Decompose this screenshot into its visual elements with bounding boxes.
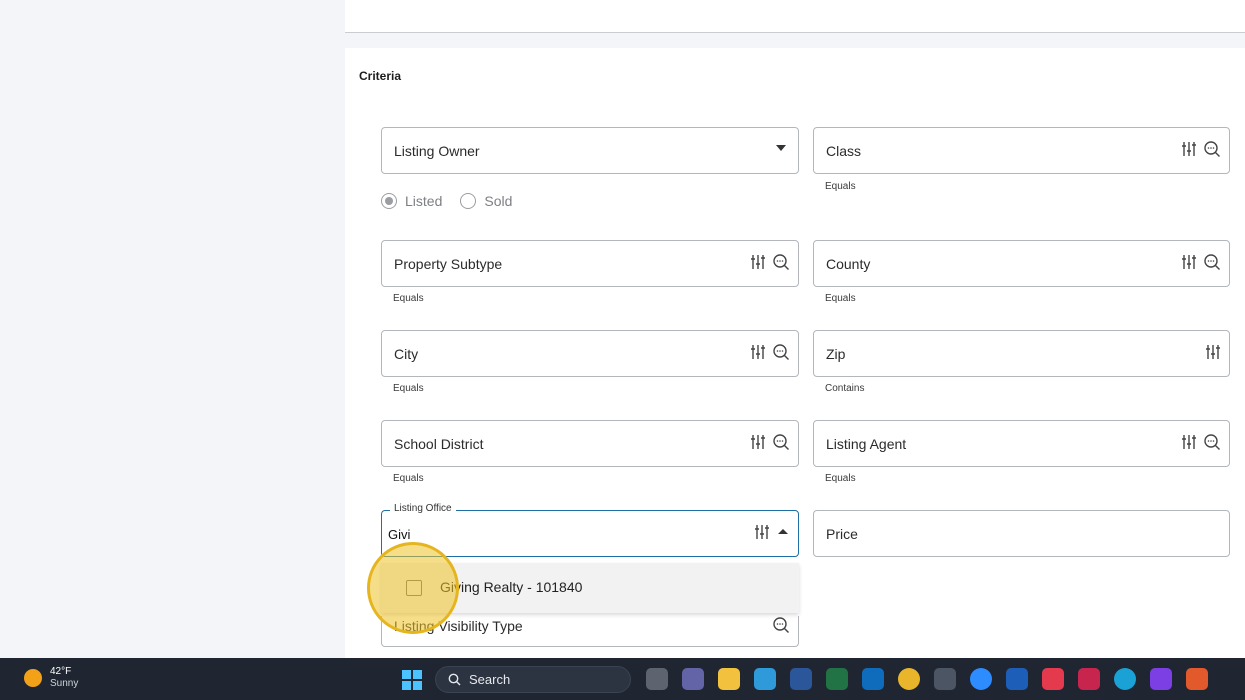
- property-subtype-hint: Equals: [393, 293, 424, 304]
- dropdown-arrow-up-icon[interactable]: [776, 525, 790, 539]
- zip-hint: Contains: [825, 383, 865, 394]
- radio-listed-label: Listed: [405, 193, 443, 209]
- filter-sliders-icon[interactable]: [750, 253, 766, 271]
- filter-sliders-icon[interactable]: [750, 433, 766, 451]
- weather-widget[interactable]: 42°F Sunny: [24, 666, 78, 690]
- radio-listed[interactable]: [381, 193, 397, 209]
- county-label: County: [826, 256, 871, 272]
- filter-sliders-icon[interactable]: [1205, 343, 1221, 361]
- filter-sliders-icon[interactable]: [750, 343, 766, 361]
- calculator-icon[interactable]: [934, 668, 956, 690]
- listing-agent-label: Listing Agent: [826, 436, 907, 452]
- excel-icon[interactable]: [826, 668, 848, 690]
- app-red-icon[interactable]: [1042, 668, 1064, 690]
- city-field[interactable]: City: [381, 330, 799, 377]
- listing-owner-select[interactable]: Listing Owner: [381, 127, 799, 174]
- taskbar-apps: [646, 668, 1208, 690]
- dropdown-option[interactable]: Giving Realty - 101840: [440, 579, 582, 595]
- listing-owner-label: Listing Owner: [394, 143, 480, 159]
- listing-agent-field[interactable]: Listing Agent: [813, 420, 1230, 467]
- zip-label: Zip: [826, 346, 846, 362]
- school-district-field[interactable]: School District: [381, 420, 799, 467]
- search-lookup-icon[interactable]: [1203, 433, 1221, 451]
- taskbar-search[interactable]: Search: [435, 666, 631, 693]
- radio-sold-label: Sold: [484, 193, 513, 209]
- city-label: City: [394, 346, 419, 362]
- edge-icon[interactable]: [754, 668, 776, 690]
- radio-sold[interactable]: [460, 193, 477, 209]
- onenote-icon[interactable]: [1150, 668, 1172, 690]
- app-orange-icon[interactable]: [1186, 668, 1208, 690]
- chrome-icon[interactable]: [898, 668, 920, 690]
- listing-agent-hint: Equals: [825, 473, 856, 484]
- listing-office-input[interactable]: Givi: [388, 527, 410, 542]
- search-lookup-icon[interactable]: [772, 433, 790, 451]
- property-subtype-field[interactable]: Property Subtype: [381, 240, 799, 287]
- listing-office-legend: Listing Office: [390, 503, 456, 514]
- windows-start-icon[interactable]: [402, 670, 422, 690]
- top-card: [345, 0, 1245, 33]
- app-pink-icon[interactable]: [1078, 668, 1100, 690]
- price-label: Price: [826, 526, 858, 542]
- property-subtype-label: Property Subtype: [394, 256, 503, 272]
- criteria-card: Criteria Listing Owner Class Equals List…: [345, 48, 1245, 660]
- county-hint: Equals: [825, 293, 856, 304]
- search-lookup-icon[interactable]: [1203, 253, 1221, 271]
- class-field[interactable]: Class: [813, 127, 1230, 174]
- taskbar-search-label: Search: [469, 672, 511, 687]
- zoom-icon[interactable]: [970, 668, 992, 690]
- listing-office-autocomplete[interactable]: Listing Office Givi: [381, 503, 799, 557]
- filter-sliders-icon[interactable]: [1181, 140, 1197, 158]
- dropdown-arrow-icon[interactable]: [776, 145, 786, 151]
- search-lookup-icon[interactable]: [1203, 140, 1221, 158]
- filter-sliders-icon[interactable]: [754, 523, 770, 541]
- listed-sold-radio-group: Listed Sold: [381, 193, 512, 209]
- school-district-label: School District: [394, 436, 484, 452]
- weather-condition: Sunny: [50, 678, 79, 689]
- criteria-title: Criteria: [359, 69, 402, 83]
- filter-sliders-icon[interactable]: [1181, 433, 1197, 451]
- search-lookup-icon[interactable]: [772, 343, 790, 361]
- word-icon[interactable]: [790, 668, 812, 690]
- windows-taskbar: 42°F Sunny Search: [0, 658, 1245, 700]
- outlook-icon[interactable]: [862, 668, 884, 690]
- search-icon: [448, 673, 461, 686]
- task-view-icon[interactable]: [646, 668, 668, 690]
- canva-icon[interactable]: [1114, 668, 1136, 690]
- class-hint: Equals: [825, 181, 856, 192]
- click-highlight: [367, 542, 459, 634]
- search-lookup-icon[interactable]: [772, 253, 790, 271]
- filter-sliders-icon[interactable]: [1181, 253, 1197, 271]
- sun-icon: [24, 669, 42, 687]
- weather-temp: 42°F: [50, 666, 72, 677]
- app-r-icon[interactable]: [1006, 668, 1028, 690]
- school-district-hint: Equals: [393, 473, 424, 484]
- price-field[interactable]: Price: [813, 510, 1230, 557]
- class-label: Class: [826, 143, 862, 159]
- teams-icon[interactable]: [682, 668, 704, 690]
- city-hint: Equals: [393, 383, 424, 394]
- search-lookup-icon[interactable]: [772, 616, 790, 634]
- zip-field[interactable]: Zip: [813, 330, 1230, 377]
- file-explorer-icon[interactable]: [718, 668, 740, 690]
- county-field[interactable]: County: [813, 240, 1230, 287]
